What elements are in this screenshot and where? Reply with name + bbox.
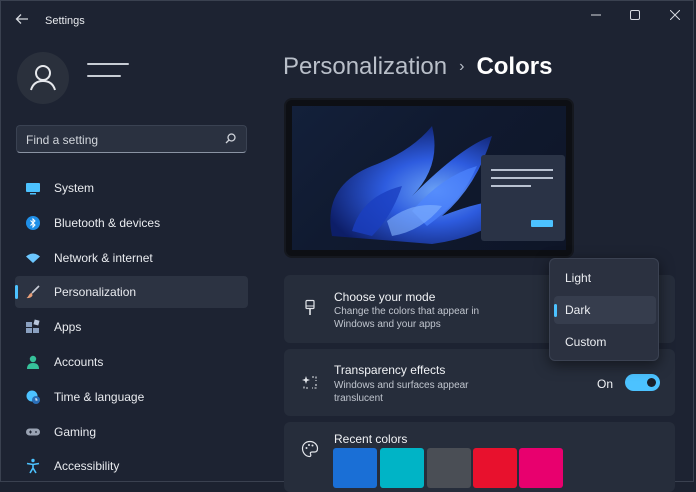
sidebar-item-personalization[interactable]: Personalization — [15, 276, 248, 309]
mode-option-light[interactable]: Light — [554, 264, 656, 292]
search-input[interactable]: Find a setting — [26, 133, 98, 147]
sidebar-item-bluetooth[interactable]: Bluetooth & devices — [15, 207, 248, 239]
recent-colors-title: Recent colors — [334, 432, 408, 446]
person-icon — [30, 65, 56, 91]
brush-handle-icon — [305, 299, 315, 315]
choose-mode-title: Choose your mode — [334, 290, 436, 304]
sidebar-item-apps[interactable]: Apps — [15, 311, 248, 343]
sidebar-item-label: Accessibility — [54, 459, 120, 474]
sidebar-item-gaming[interactable]: Gaming — [15, 416, 248, 448]
toggle-knob — [647, 378, 656, 387]
color-swatch-red[interactable] — [473, 448, 517, 488]
minimize-icon[interactable] — [581, 7, 611, 25]
transparency-title: Transparency effects — [334, 363, 446, 377]
chevron-right-icon: › — [459, 58, 465, 75]
monitor-icon — [26, 183, 40, 195]
search-icon[interactable] — [222, 131, 238, 147]
sidebar-item-label: Accounts — [54, 354, 104, 369]
color-swatch-gray[interactable] — [427, 448, 471, 488]
mode-dropdown-menu: Light Dark Custom — [549, 258, 659, 361]
page-title: Colors — [476, 53, 553, 80]
mode-option-custom[interactable]: Custom — [554, 328, 656, 356]
back-arrow-icon[interactable] — [11, 11, 33, 33]
settings-window: Settings Find a setting System Bluetooth… — [0, 0, 694, 492]
accessibility-icon — [26, 459, 40, 474]
wallpaper-preview — [292, 106, 566, 250]
sidebar-item-label: Gaming — [54, 424, 97, 439]
theme-preview — [284, 98, 574, 258]
color-swatch-teal[interactable] — [380, 448, 424, 488]
sparkle-frame-icon — [302, 376, 317, 389]
account-name-placeholder — [87, 63, 129, 87]
sample-accent-button — [531, 220, 553, 227]
sidebar-item-label: Apps — [54, 320, 82, 335]
palette-icon — [301, 440, 319, 458]
sidebar-nav: System Bluetooth & devices Network & int… — [15, 172, 248, 485]
mode-option-dark[interactable]: Dark — [554, 296, 656, 324]
title-bar: Settings — [1, 1, 693, 41]
sidebar-item-label: System — [54, 181, 95, 195]
transparency-toggle[interactable] — [625, 374, 660, 391]
wifi-icon — [26, 253, 40, 263]
app-title: Settings — [45, 15, 85, 27]
color-swatch-pink[interactable] — [519, 448, 563, 488]
breadcrumb: Personalization › Colors — [283, 53, 552, 81]
color-swatch-blue[interactable] — [333, 448, 377, 488]
choose-mode-subtitle: Change the colors that appear in Windows… — [334, 306, 480, 330]
mode-option-label: Light — [565, 271, 592, 285]
gamepad-icon — [26, 428, 40, 436]
sidebar-item-label: Time & language — [54, 389, 145, 404]
close-icon[interactable] — [660, 7, 690, 25]
mode-option-label: Custom — [565, 335, 607, 349]
sidebar-item-network[interactable]: Network & internet — [15, 242, 248, 274]
globe-clock-icon — [26, 390, 40, 404]
transparency-subtitle: Windows and surfaces appear translucent — [334, 380, 469, 404]
brush-icon — [26, 285, 40, 299]
sidebar-item-time-language[interactable]: Time & language — [15, 381, 248, 413]
mode-option-label: Dark — [565, 303, 591, 317]
search-box[interactable]: Find a setting — [16, 125, 247, 153]
apps-icon — [26, 319, 40, 334]
sidebar-item-label: Network & internet — [54, 250, 153, 265]
maximize-icon[interactable] — [620, 7, 650, 25]
toggle-state-label: On — [597, 377, 614, 391]
sample-window-preview — [481, 155, 565, 241]
sidebar-item-label: Bluetooth & devices — [54, 215, 161, 230]
user-avatar[interactable] — [17, 52, 69, 104]
sidebar-item-label: Personalization — [54, 285, 137, 300]
breadcrumb-parent[interactable]: Personalization — [283, 53, 447, 80]
bluetooth-icon — [26, 215, 40, 230]
sidebar-item-accounts[interactable]: Accounts — [15, 346, 248, 378]
person-icon — [27, 355, 39, 369]
sidebar-item-system[interactable]: System — [15, 172, 248, 204]
sidebar-item-accessibility[interactable]: Accessibility — [15, 450, 248, 482]
